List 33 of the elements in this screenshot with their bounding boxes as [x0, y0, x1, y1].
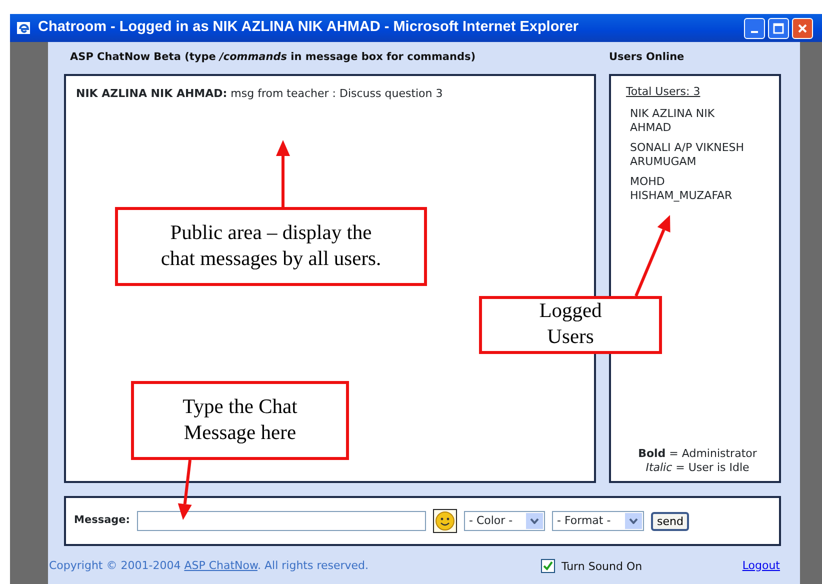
logout-link[interactable]: Logout	[742, 558, 780, 574]
user-name[interactable]: NIK AZLINA NIK AHMAD	[630, 106, 748, 134]
chat-message: NIK AZLINA NIK AHMAD: msg from teacher : Discuss question 3	[76, 86, 444, 102]
close-icon	[797, 22, 808, 34]
message-label: Message:	[74, 513, 130, 528]
message-input[interactable]	[137, 511, 426, 531]
callout-box: Logged Users	[479, 296, 662, 354]
maximize-button[interactable]	[768, 18, 789, 38]
minimize-button[interactable]	[744, 18, 765, 38]
browser-icon	[16, 20, 32, 36]
callout-box: Type the Chat Message here	[131, 381, 349, 460]
chat-heading: ASP ChatNow Beta (type /commands in message box for commands)	[69, 50, 477, 65]
users-heading: Users Online	[609, 50, 684, 65]
user-name[interactable]: MOHD HISHAM_MUZAFAR	[630, 174, 748, 202]
copyright-text: Copyright © 2001-2004 ASP ChatNow. All rights reserved.	[49, 558, 369, 574]
maximize-icon	[773, 22, 784, 34]
send-button[interactable]: send	[651, 512, 690, 530]
callout-arrow	[178, 460, 192, 520]
sound-checkbox[interactable]	[540, 558, 555, 573]
callout-arrow	[276, 140, 290, 207]
window-title: Chatroom - Logged in as NIK AZLINA NIK AHMAD - Microsoft Internet Explorer	[38, 18, 579, 38]
color-select[interactable]: - Color -	[464, 511, 545, 531]
total-users-label: Total Users: 3	[626, 84, 700, 100]
callout-box: Public area – display the chat messages by all users.	[115, 207, 427, 286]
sound-label: Turn Sound On	[562, 559, 642, 575]
user-name[interactable]: SONALI A/P VIKNESH ARUMUGAM	[630, 140, 748, 168]
asp-chatnow-link[interactable]: ASP ChatNow	[184, 558, 258, 572]
minimize-icon	[751, 31, 758, 33]
format-select[interactable]: - Format -	[552, 511, 644, 531]
legend-text: Italic = User is Idle	[644, 461, 750, 475]
close-button[interactable]	[792, 18, 813, 38]
legend-text: Bold = Administrator	[637, 447, 758, 461]
smiley-button[interactable]	[433, 509, 457, 533]
